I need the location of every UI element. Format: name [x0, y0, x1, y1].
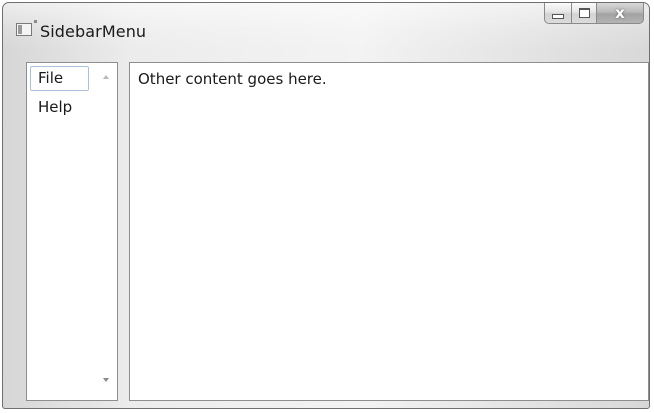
close-icon: x — [615, 4, 625, 22]
caption-buttons: x — [544, 3, 644, 25]
sidebar-item-help[interactable]: Help — [30, 95, 89, 120]
sidebar-menu[interactable]: File Help — [26, 62, 118, 401]
window-title: SidebarMenu — [40, 22, 147, 41]
sidebar-scrollbar[interactable] — [95, 63, 117, 400]
content-panel: Other content goes here. — [129, 62, 649, 401]
app-window: SidebarMenu x File Help Other content go… — [2, 2, 650, 409]
client-area: File Help Other content goes here. — [21, 60, 649, 408]
minimize-icon — [552, 13, 564, 19]
minimize-button[interactable] — [544, 3, 571, 24]
content-text: Other content goes here. — [138, 70, 327, 88]
scroll-up-arrow-icon[interactable] — [103, 75, 109, 79]
scroll-down-arrow-icon[interactable] — [103, 378, 109, 382]
window-icon[interactable] — [16, 20, 37, 36]
menu-list: File Help — [27, 63, 93, 120]
title-bar[interactable]: SidebarMenu x — [3, 3, 649, 53]
maximize-button[interactable] — [571, 3, 597, 24]
close-button[interactable]: x — [597, 3, 644, 24]
maximize-icon — [578, 8, 590, 18]
sidebar-item-file[interactable]: File — [30, 66, 89, 91]
